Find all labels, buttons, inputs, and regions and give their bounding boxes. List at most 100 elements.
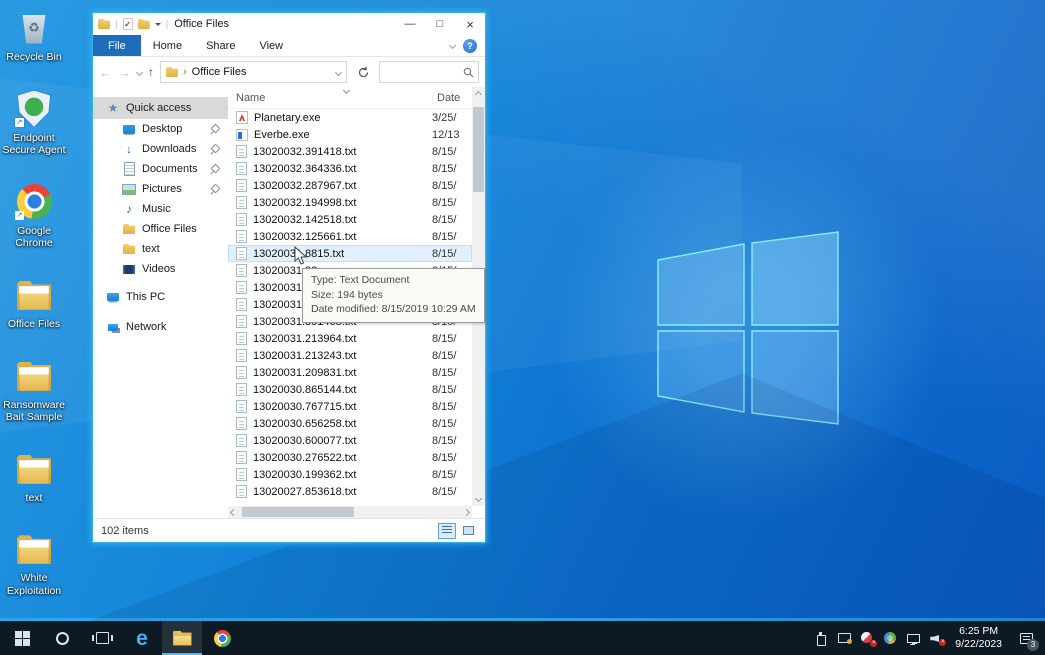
- maximize-button[interactable]: □: [425, 13, 455, 35]
- chrome-button[interactable]: [202, 621, 242, 655]
- volume-muted-icon[interactable]: [928, 630, 944, 646]
- sidebar-item[interactable]: Videos: [93, 259, 228, 279]
- horizontal-scrollbar[interactable]: [228, 506, 472, 518]
- task-view-button[interactable]: [82, 621, 122, 655]
- cortana-search-button[interactable]: [42, 621, 82, 655]
- ribbon-tab[interactable]: View: [247, 35, 295, 56]
- folder-icon: [13, 356, 55, 396]
- table-row[interactable]: 13020032.287967.txt 8/15/: [228, 177, 472, 194]
- tree-roots: This PC Network: [93, 285, 228, 339]
- large-icons-view-button[interactable]: [459, 523, 477, 539]
- table-row[interactable]: 13020027.853618.txt 8/15/: [228, 483, 472, 500]
- music-icon: [122, 202, 136, 216]
- security-error-icon[interactable]: [859, 630, 875, 646]
- new-folder-icon[interactable]: [138, 19, 150, 29]
- scroll-down-icon[interactable]: [472, 493, 485, 506]
- desktop-icon[interactable]: Office Files: [2, 275, 66, 331]
- table-row[interactable]: 13020032.364336.txt 8/15/: [228, 160, 472, 177]
- globe-agent-icon[interactable]: [882, 630, 898, 646]
- file-name: 13020032.364336.txt: [253, 163, 432, 175]
- file-explorer-button[interactable]: [162, 621, 202, 655]
- txt-icon: [236, 417, 247, 430]
- usb-icon[interactable]: [813, 630, 829, 646]
- desktop-icon[interactable]: White Exploitation: [2, 529, 66, 597]
- table-row[interactable]: 13020032.391418.txt 8/15/: [228, 143, 472, 160]
- sidebar-item[interactable]: Desktop: [93, 119, 228, 139]
- breadcrumb[interactable]: Office Files: [192, 66, 331, 78]
- table-row[interactable]: 13020030.276522.txt 8/15/: [228, 449, 472, 466]
- ribbon-collapse-icon[interactable]: [449, 42, 456, 49]
- table-row[interactable]: 13020030.199362.txt 8/15/: [228, 466, 472, 483]
- column-header-date[interactable]: Date: [432, 92, 472, 104]
- sidebar-item[interactable]: text: [93, 239, 228, 259]
- action-center-button[interactable]: 3: [1013, 621, 1039, 655]
- desktop-icon[interactable]: Ransomware Bait Sample: [2, 356, 66, 424]
- search-box[interactable]: [379, 61, 479, 83]
- sidebar-item[interactable]: Documents: [93, 159, 228, 179]
- table-row[interactable]: 13020032.142518.txt 8/15/: [228, 211, 472, 228]
- desktop-icon[interactable]: Endpoint Secure Agent: [2, 89, 66, 157]
- sidebar-item[interactable]: Pictures: [93, 179, 228, 199]
- address-dropdown-icon[interactable]: [335, 68, 342, 75]
- file-date: 8/15/: [432, 248, 472, 260]
- item-count: 102 items: [101, 525, 149, 537]
- table-row[interactable]: 13020031.8815.txt 8/15/: [228, 245, 472, 262]
- recent-locations-icon[interactable]: [136, 68, 143, 75]
- title-bar[interactable]: | ✓ | Office Files — □ ×: [93, 13, 485, 35]
- details-view-button[interactable]: [438, 523, 456, 539]
- txt-icon: [236, 196, 247, 209]
- sidebar-root-item[interactable]: This PC: [93, 285, 228, 309]
- table-row[interactable]: 13020030.865144.txt 8/15/: [228, 381, 472, 398]
- desktop-icon-label: Ransomware Bait Sample: [2, 399, 66, 424]
- forward-button[interactable]: →: [118, 66, 131, 79]
- up-button[interactable]: ↑: [148, 65, 154, 79]
- desktop-icon[interactable]: Recycle Bin: [2, 8, 66, 64]
- properties-icon[interactable]: ✓: [123, 18, 133, 30]
- minimize-button[interactable]: —: [395, 13, 425, 35]
- sidebar-item[interactable]: Downloads: [93, 139, 228, 159]
- start-button[interactable]: [2, 621, 42, 655]
- sidebar-item[interactable]: Music: [93, 199, 228, 219]
- table-row[interactable]: 13020032.125661.txt 8/15/: [228, 228, 472, 245]
- table-row[interactable]: 13020031.209831.txt 8/15/: [228, 364, 472, 381]
- network-display-icon[interactable]: [905, 630, 921, 646]
- ribbon-tab[interactable]: Home: [141, 35, 194, 56]
- table-row[interactable]: 13020030.656258.txt 8/15/: [228, 415, 472, 432]
- scroll-left-icon[interactable]: [230, 508, 237, 515]
- file-date: 8/15/: [432, 435, 472, 447]
- tab-file[interactable]: File: [93, 35, 141, 56]
- sidebar-item[interactable]: Office Files: [93, 219, 228, 239]
- table-row[interactable]: 13020031.213243.txt 8/15/: [228, 347, 472, 364]
- sidebar-item-quick-access[interactable]: Quick access: [93, 97, 228, 119]
- table-row[interactable]: Everbe.exe 12/13: [228, 126, 472, 143]
- qat-dropdown-icon[interactable]: [155, 23, 161, 29]
- file-date: 8/15/: [432, 214, 472, 226]
- table-row[interactable]: 13020030.767715.txt 8/15/: [228, 398, 472, 415]
- column-header-name[interactable]: Name: [228, 92, 432, 104]
- address-box[interactable]: › Office Files: [160, 61, 347, 83]
- edge-button[interactable]: e: [122, 621, 162, 655]
- videos-icon: [122, 262, 136, 276]
- search-input[interactable]: [384, 66, 463, 78]
- display-status-icon[interactable]: [836, 630, 852, 646]
- vertical-scroll-thumb[interactable]: [473, 107, 484, 192]
- scroll-right-icon[interactable]: [463, 508, 470, 515]
- desktop-icon[interactable]: text: [2, 449, 66, 505]
- scroll-up-icon[interactable]: [472, 87, 485, 100]
- close-button[interactable]: ×: [455, 13, 485, 35]
- back-button[interactable]: ←: [99, 66, 112, 79]
- ribbon-tab[interactable]: Share: [194, 35, 247, 56]
- horizontal-scroll-thumb[interactable]: [242, 507, 354, 517]
- table-row[interactable]: 13020031.213964.txt 8/15/: [228, 330, 472, 347]
- sidebar-root-item[interactable]: Network: [93, 315, 228, 339]
- desktop-icon[interactable]: Google Chrome: [2, 182, 66, 250]
- column-headers: Name Date: [228, 87, 485, 109]
- separator: |: [166, 19, 169, 30]
- folder-icon: [13, 275, 55, 315]
- table-row[interactable]: 13020030.600077.txt 8/15/: [228, 432, 472, 449]
- taskbar-clock[interactable]: 6:25 PM 9/22/2023: [951, 625, 1006, 651]
- table-row[interactable]: 13020032.194998.txt 8/15/: [228, 194, 472, 211]
- refresh-icon[interactable]: [353, 62, 373, 82]
- help-icon[interactable]: ?: [463, 39, 477, 53]
- table-row[interactable]: Planetary.exe 3/25/: [228, 109, 472, 126]
